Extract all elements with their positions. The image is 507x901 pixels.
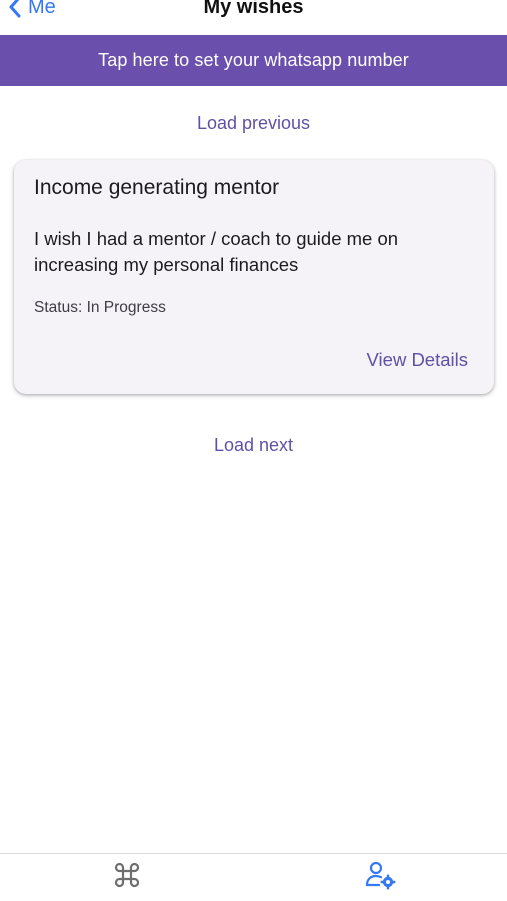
tab-command[interactable] [0,854,253,901]
wish-status-label: Status: [34,299,83,316]
command-icon [112,860,142,895]
load-previous-button[interactable]: Load previous [0,113,507,134]
navigation-bar: Me My wishes [0,0,507,35]
wish-description: I wish I had a mentor / coach to guide m… [34,228,399,275]
whatsapp-banner-text: Tap here to set your whatsapp number [98,50,409,70]
tab-profile-settings[interactable] [254,854,507,901]
view-details-button[interactable]: View Details [367,349,468,371]
wish-card[interactable]: Income generating mentor I wish I had a … [14,160,494,394]
wish-status: Status: In Progress [34,299,166,317]
whatsapp-number-banner[interactable]: Tap here to set your whatsapp number [0,35,507,86]
tab-bar [0,853,507,901]
wish-status-value: In Progress [86,299,166,316]
wish-title: Income generating mentor [34,176,280,199]
user-settings-icon [365,860,397,895]
page-title: My wishes [203,0,304,18]
load-next-button[interactable]: Load next [0,435,507,456]
